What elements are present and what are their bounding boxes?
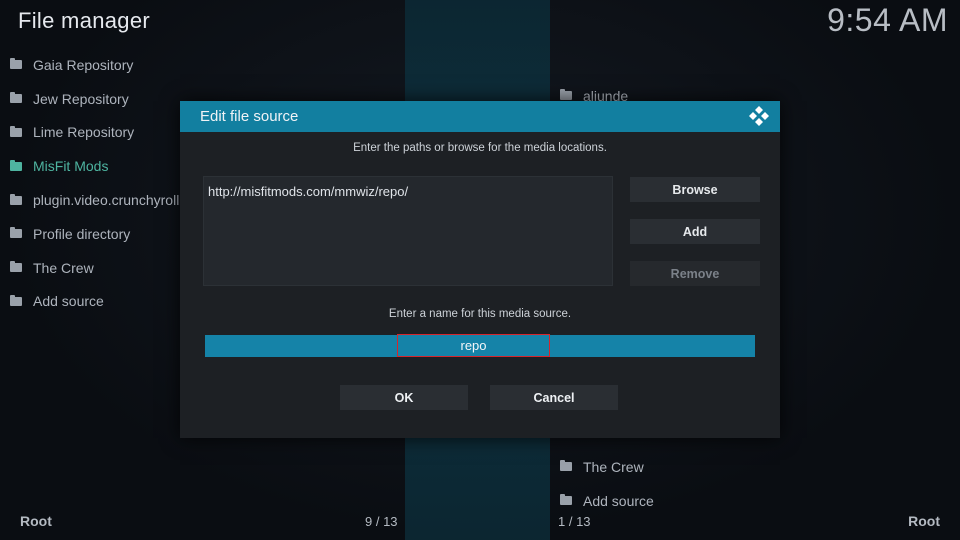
list-item-label: Add source: [33, 293, 104, 310]
list-item-label: Jew Repository: [33, 90, 129, 107]
list-item-label: The Crew: [33, 259, 94, 276]
left-list-item-gaia-repository[interactable]: Gaia Repository: [10, 48, 190, 82]
app-title: File manager: [18, 8, 150, 33]
list-item-label: Profile directory: [33, 225, 131, 242]
paths-list[interactable]: http://misfitmods.com/mmwiz/repo/: [203, 176, 613, 286]
left-list-item-plugin-video-crunchyroll[interactable]: plugin.video.crunchyroll: [10, 183, 190, 217]
right-path-root: Root: [908, 513, 940, 529]
source-name-value[interactable]: repo: [397, 334, 550, 357]
edit-file-source-dialog: Edit file source Enter the paths or brow…: [180, 101, 780, 438]
folder-icon: [10, 92, 22, 104]
file-manager-screen: File manager 9:54 AM Gaia Repository Jew…: [0, 0, 960, 540]
right-item-count: 1 / 13: [558, 514, 591, 529]
folder-icon: [10, 294, 22, 306]
left-list-item-profile-directory[interactable]: Profile directory: [10, 217, 190, 251]
paths-instruction: Enter the paths or browse for the media …: [353, 142, 607, 154]
folder-icon: [560, 89, 572, 101]
right-list-item-add-source[interactable]: Add source: [560, 484, 740, 518]
list-item-label: The Crew: [583, 458, 644, 475]
add-button[interactable]: Add: [630, 219, 760, 244]
kodi-logo-icon: [749, 106, 769, 126]
folder-icon: [10, 159, 22, 171]
folder-icon: [10, 193, 22, 205]
list-item-label: MisFit Mods: [33, 158, 109, 175]
ok-button[interactable]: OK: [340, 385, 468, 410]
folder-icon: [10, 125, 22, 137]
left-list-item-jew-repository[interactable]: Jew Repository: [10, 82, 190, 116]
list-item-label: plugin.video.crunchyroll: [33, 192, 180, 209]
folder-icon: [10, 261, 22, 273]
folder-icon: [10, 227, 22, 239]
left-list-item-lime-repository[interactable]: Lime Repository: [10, 116, 190, 150]
list-item-label: Add source: [583, 492, 654, 509]
left-list-item-misfit-mods[interactable]: MisFit Mods: [10, 149, 190, 183]
left-path-root: Root: [20, 513, 52, 529]
right-list-item-the-crew[interactable]: The Crew: [560, 450, 740, 484]
left-item-count: 9 / 13: [365, 514, 398, 529]
right-source-list-bottom: The Crew Add source: [560, 450, 740, 518]
list-item-label: Gaia Repository: [33, 56, 134, 73]
clock: 9:54 AM: [827, 2, 948, 38]
folder-icon: [560, 460, 572, 472]
dialog-header: Edit file source: [180, 101, 780, 132]
folder-icon: [10, 58, 22, 70]
browse-button[interactable]: Browse: [630, 177, 760, 202]
remove-button[interactable]: Remove: [630, 261, 760, 286]
folder-icon: [560, 494, 572, 506]
cancel-button[interactable]: Cancel: [490, 385, 618, 410]
path-entry[interactable]: http://misfitmods.com/mmwiz/repo/: [208, 184, 408, 199]
name-instruction: Enter a name for this media source.: [388, 308, 572, 320]
left-list-item-the-crew[interactable]: The Crew: [10, 251, 190, 285]
list-item-label: Lime Repository: [33, 124, 135, 141]
left-source-list: Gaia Repository Jew Repository Lime Repo…: [10, 48, 190, 318]
dialog-title: Edit file source: [200, 108, 299, 125]
left-list-item-add-source[interactable]: Add source: [10, 285, 190, 319]
